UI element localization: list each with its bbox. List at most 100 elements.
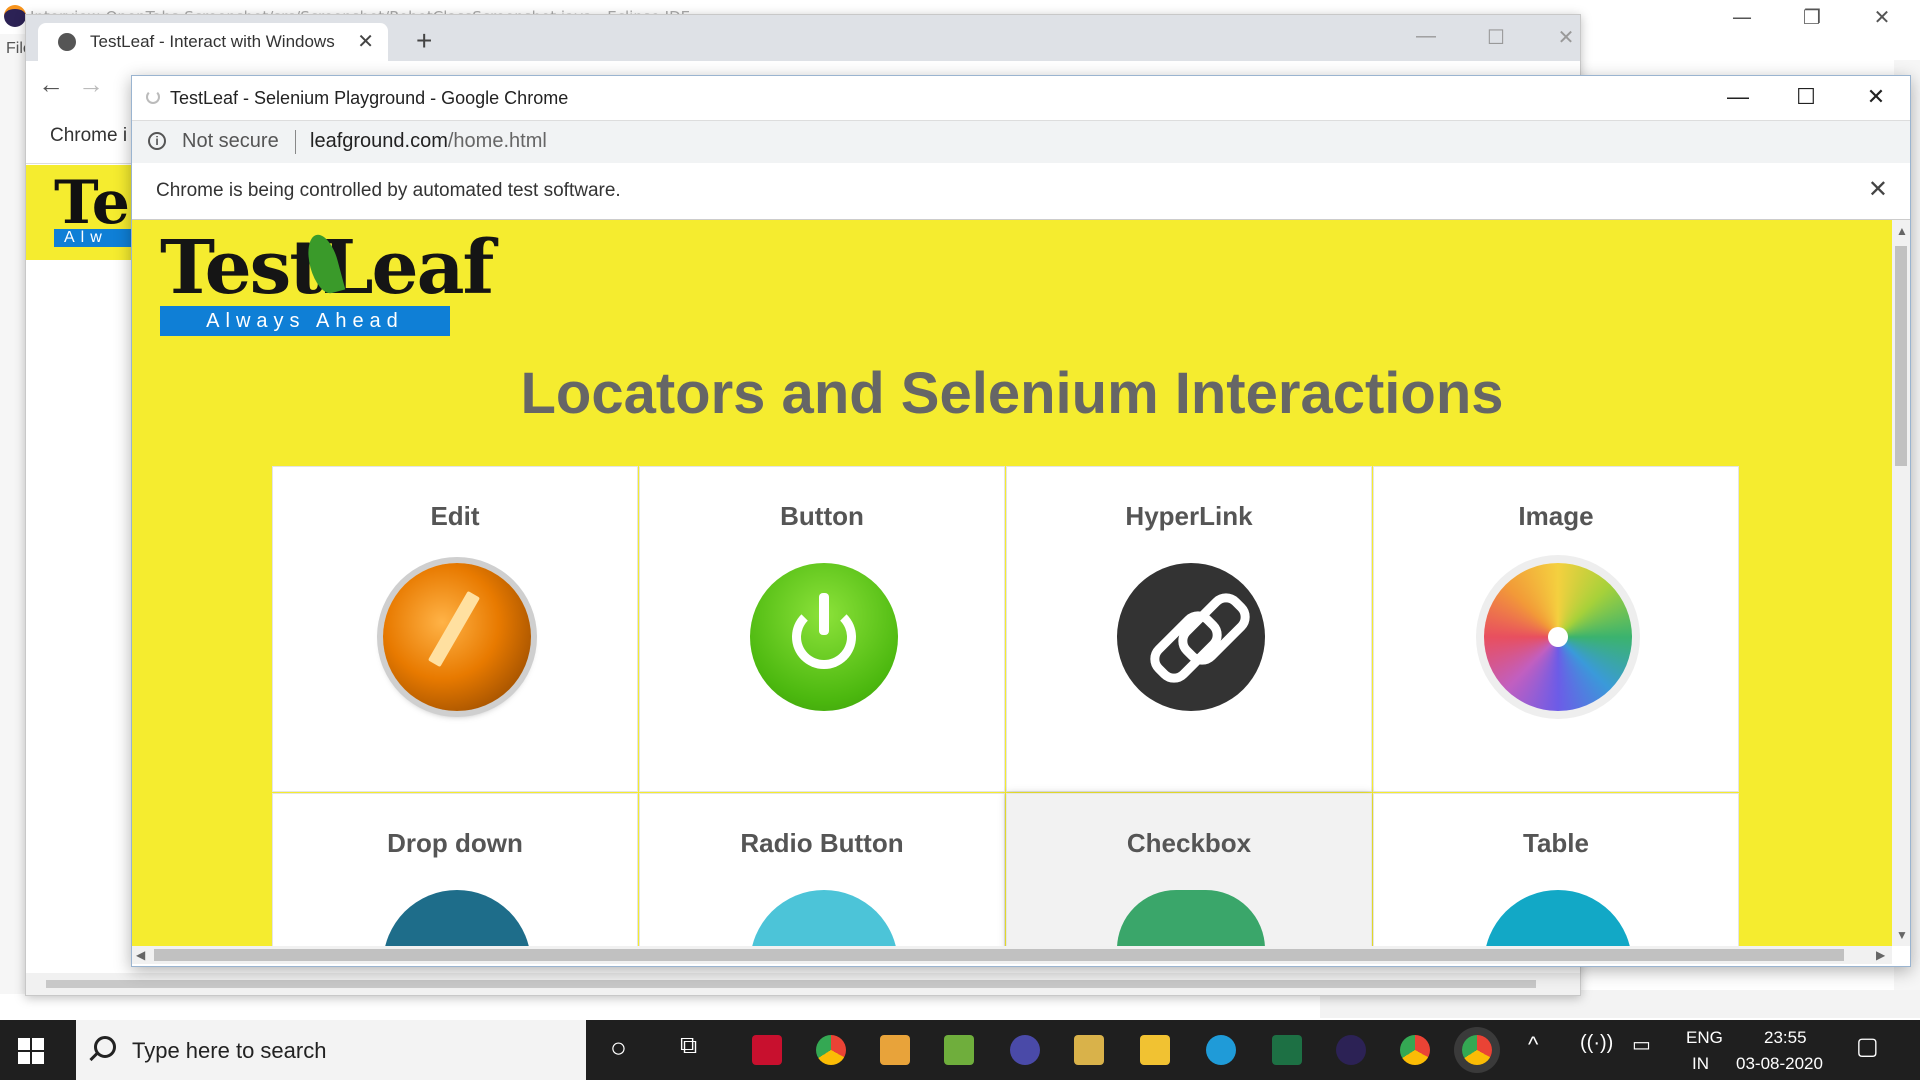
scroll-up-icon[interactable]: ▲ <box>1896 224 1908 238</box>
vertical-scrollbar[interactable]: ▲ ▼ <box>1892 220 1910 946</box>
url-host: leafground.com <box>310 130 448 152</box>
card-radio-button[interactable]: Radio Button <box>639 793 1005 946</box>
infobar-close-icon[interactable]: ✕ <box>1868 175 1888 204</box>
front-minimize-button[interactable]: — <box>1708 82 1768 112</box>
wifi-icon[interactable]: ((·)) <box>1580 1032 1613 1055</box>
tab-title: TestLeaf - Interact with Windows <box>90 32 335 51</box>
search-placeholder: Type here to search <box>132 1038 327 1063</box>
front-window-title: TestLeaf - Selenium Playground - Google … <box>170 88 569 108</box>
tab-close-icon[interactable]: ✕ <box>357 29 374 54</box>
back-infobar-text: Chrome i <box>50 125 128 146</box>
url-path: /home.html <box>447 130 547 152</box>
power-button-icon[interactable] <box>750 563 898 711</box>
eclipse-menu-file[interactable]: File <box>6 40 32 58</box>
cortana-icon[interactable]: ○ <box>610 1032 627 1064</box>
notification-icon[interactable]: ▢ <box>1856 1032 1879 1061</box>
back-close-button[interactable]: ✕ <box>1546 25 1586 50</box>
card-label: Drop down <box>387 828 523 858</box>
back-scroll-thumb[interactable] <box>46 980 1536 988</box>
info-icon[interactable]: i <box>148 132 166 150</box>
scroll-left-icon[interactable]: ◀ <box>136 948 145 962</box>
eclipse-restore-button[interactable]: ❐ <box>1792 4 1832 30</box>
card-label: Image <box>1518 501 1594 531</box>
card-hyperlink[interactable]: HyperLink <box>1006 466 1372 792</box>
edit-pencil-icon[interactable] <box>383 563 531 711</box>
excel-icon[interactable] <box>1272 1035 1302 1065</box>
card-edit[interactable]: Edit <box>272 466 638 792</box>
sublime-icon[interactable] <box>880 1035 910 1065</box>
chrome-icon[interactable] <box>816 1035 846 1065</box>
region-label[interactable]: IN <box>1692 1054 1709 1074</box>
horizontal-scroll-thumb[interactable] <box>154 949 1844 961</box>
back-arrow-icon[interactable]: ← <box>38 69 64 100</box>
tools-icon[interactable] <box>1074 1035 1104 1065</box>
chrome-window-front: TestLeaf - Selenium Playground - Google … <box>131 75 1911 967</box>
loading-icon <box>146 90 160 104</box>
address-bar[interactable]: i Not secure leafground.com/home.html <box>132 120 1910 164</box>
card-button[interactable]: Button <box>639 466 1005 792</box>
automation-infobar: Chrome is being controlled by automated … <box>132 163 1910 220</box>
radio-icon[interactable] <box>750 890 898 946</box>
card-checkbox[interactable]: Checkbox <box>1006 793 1372 946</box>
address-divider <box>295 130 296 154</box>
front-titlebar: TestLeaf - Selenium Playground - Google … <box>132 76 1910 120</box>
scroll-down-icon[interactable]: ▼ <box>1896 928 1908 942</box>
card-label: HyperLink <box>1125 501 1253 531</box>
interactions-grid: Edit Button HyperLink Image Drop down Ra… <box>272 466 1742 946</box>
chrome-icon[interactable] <box>1400 1035 1430 1065</box>
clock-date[interactable]: 03-08-2020 <box>1736 1054 1823 1074</box>
eclipse-taskbar-icon[interactable] <box>1336 1035 1366 1065</box>
table-icon[interactable] <box>1484 890 1632 946</box>
photos-flower-icon[interactable] <box>1484 563 1632 711</box>
display-icon[interactable]: ▭ <box>1632 1032 1651 1057</box>
horizontal-scrollbar[interactable]: ◀ ▶ <box>132 946 1892 964</box>
card-table[interactable]: Table <box>1373 793 1739 946</box>
card-image[interactable]: Image <box>1373 466 1739 792</box>
notepad-icon[interactable] <box>944 1035 974 1065</box>
eclipse-icon <box>4 5 26 27</box>
eclipse-minimize-button[interactable]: — <box>1722 4 1762 30</box>
globe-icon <box>58 33 76 51</box>
url-text[interactable]: leafground.com/home.html <box>310 130 547 153</box>
chain-link-icon[interactable] <box>1117 563 1265 711</box>
windows-start-icon[interactable] <box>18 1038 44 1064</box>
search-icon <box>94 1036 116 1058</box>
logo-text: TestLeaf <box>160 228 494 308</box>
clock-time[interactable]: 23:55 <box>1764 1028 1807 1048</box>
scroll-right-icon[interactable]: ▶ <box>1876 948 1885 962</box>
mcafee-icon[interactable] <box>752 1035 782 1065</box>
chrome-active-icon[interactable] <box>1462 1035 1492 1065</box>
logo-tagline: Always Ahead <box>160 306 450 336</box>
back-horizontal-scrollbar[interactable] <box>26 973 1580 995</box>
card-dropdown[interactable]: Drop down <box>272 793 638 946</box>
dropdown-icon[interactable] <box>383 890 531 946</box>
card-label: Button <box>780 501 864 531</box>
task-view-icon[interactable]: ⧉ <box>680 1032 697 1060</box>
page-title: Locators and Selenium Interactions <box>520 361 1504 426</box>
vertical-scroll-thumb[interactable] <box>1895 246 1907 466</box>
taskbar-search[interactable]: Type here to search <box>76 1020 586 1080</box>
file-explorer-icon[interactable] <box>1140 1035 1170 1065</box>
new-tab-button[interactable]: + <box>416 25 432 57</box>
eclipse-left-strip: File <box>0 34 32 994</box>
automation-notice: Chrome is being controlled by automated … <box>156 180 621 201</box>
infinity-icon[interactable] <box>1010 1035 1040 1065</box>
front-maximize-button[interactable]: ☐ <box>1776 82 1836 112</box>
page-content: TestLeaf Always Ahead Locators and Selen… <box>132 220 1892 946</box>
security-label[interactable]: Not secure <box>182 130 279 153</box>
chevron-up-icon[interactable]: ^ <box>1528 1032 1538 1058</box>
testleaf-logo[interactable]: TestLeaf Always Ahead <box>160 228 494 340</box>
checkbox-icon[interactable] <box>1117 890 1265 946</box>
windows-taskbar: Type here to search ○ ⧉ ^ ((·)) ▭ ENG IN… <box>0 1020 1920 1080</box>
back-maximize-button[interactable]: ☐ <box>1476 25 1516 50</box>
front-close-button[interactable]: ✕ <box>1846 82 1906 112</box>
back-minimize-button[interactable]: — <box>1406 25 1446 48</box>
tab-strip: TestLeaf - Interact with Windows ✕ + — ☐… <box>26 15 1580 61</box>
forward-arrow-icon[interactable]: → <box>78 69 104 100</box>
eclipse-close-button[interactable]: ✕ <box>1862 4 1902 30</box>
card-label: Table <box>1523 828 1589 858</box>
card-label: Checkbox <box>1126 828 1252 858</box>
edge-icon[interactable] <box>1206 1035 1236 1065</box>
tab-interact-with-windows[interactable]: TestLeaf - Interact with Windows ✕ <box>38 23 388 61</box>
language-label[interactable]: ENG <box>1686 1028 1723 1048</box>
